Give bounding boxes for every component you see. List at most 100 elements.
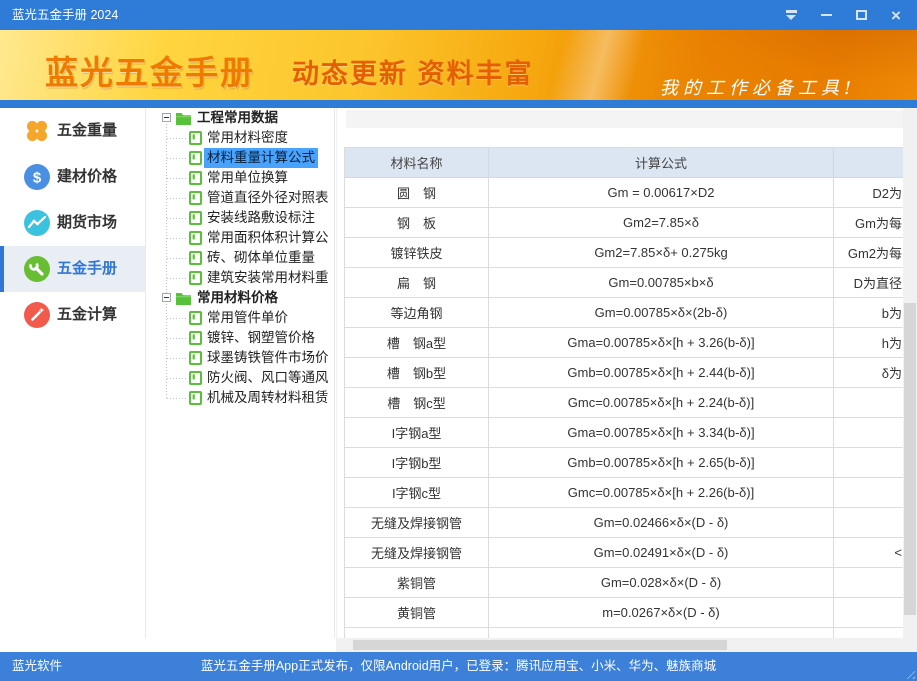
tree-node-label: 安装线路敷设标注 bbox=[207, 208, 315, 228]
sidebar-item-hardware-calc[interactable]: 五金计算 bbox=[0, 292, 145, 338]
document-icon bbox=[189, 131, 202, 145]
table-row[interactable]: 无缝及焊接钢管 Gm=0.02491×δ×(D - δ) < bbox=[345, 538, 903, 568]
table-row[interactable]: 黄铜管 m=0.0267×δ×(D - δ) bbox=[345, 598, 903, 628]
tree-node-label: 机械及周转材料租赁 bbox=[207, 388, 329, 408]
wand-icon bbox=[24, 302, 50, 328]
cell-remark bbox=[834, 508, 903, 538]
cell-formula: Gm = 0.00617×D2 bbox=[489, 178, 834, 208]
table-row[interactable]: 槽 钢c型 Gmc=0.00785×δ×[h + 2.24(b-δ)] bbox=[345, 388, 903, 418]
banner-brand-title: 蓝光五金手册 bbox=[45, 46, 255, 94]
maximize-button[interactable] bbox=[850, 4, 872, 26]
tree-node-doc[interactable]: 常用管件单价 bbox=[147, 308, 335, 328]
cell-material: 圆 钢 bbox=[345, 178, 489, 208]
tree-node-doc[interactable]: 镀锌、钢塑管价格 bbox=[147, 328, 335, 348]
sidebar-item-label: 期货市场 bbox=[57, 200, 117, 246]
cell-material: 无缝及焊接钢管 bbox=[345, 538, 489, 568]
horizontal-scrollbar[interactable] bbox=[336, 638, 917, 652]
cell-remark: D为直径 bbox=[834, 268, 903, 298]
cell-material: 槽 钢b型 bbox=[345, 358, 489, 388]
document-icon bbox=[189, 231, 202, 245]
cell-formula: Gmc=0.00785×δ×[h + 2.26(b-δ)] bbox=[489, 478, 834, 508]
tree-node-doc[interactable]: 安装线路敷设标注 bbox=[147, 208, 335, 228]
vertical-scrollbar[interactable] bbox=[903, 108, 917, 638]
document-icon bbox=[189, 211, 202, 225]
cell-material: 槽 钢a型 bbox=[345, 328, 489, 358]
cell-material: 槽 钢c型 bbox=[345, 388, 489, 418]
table-row[interactable]: 圆 钢 Gm = 0.00617×D2 D2为 bbox=[345, 178, 903, 208]
cell-formula: Gm=0.028×δ×(D - δ) bbox=[489, 568, 834, 598]
cell-material: I字钢b型 bbox=[345, 448, 489, 478]
tree-node-doc[interactable]: 常用材料密度 bbox=[147, 128, 335, 148]
document-icon bbox=[189, 331, 202, 345]
table-row[interactable]: 扁 钢 Gm=0.00785×b×δ D为直径 bbox=[345, 268, 903, 298]
tree-node-doc-selected[interactable]: 材料重量计算公式 bbox=[147, 148, 335, 168]
tree-node-folder[interactable]: 常用材料价格 bbox=[147, 288, 335, 308]
table-row[interactable]: 槽 钢a型 Gma=0.00785×δ×[h + 3.26(b-δ)] h为 bbox=[345, 328, 903, 358]
tree-node-doc[interactable]: 防火阀、风口等通风 bbox=[147, 368, 335, 388]
tree-node-doc[interactable]: 砖、砌体单位重量 bbox=[147, 248, 335, 268]
tree-node-label: 常用管件单价 bbox=[207, 308, 288, 328]
cell-remark bbox=[834, 418, 903, 448]
banner-slogan: 动态更新 资料丰富 bbox=[292, 52, 534, 91]
tree-node-folder[interactable]: 工程常用数据 bbox=[147, 108, 335, 128]
table-row[interactable]: I字钢a型 Gma=0.00785×δ×[h + 3.34(b-δ)] bbox=[345, 418, 903, 448]
sidebar-item-material-price[interactable]: $ 建材价格 bbox=[0, 154, 145, 200]
cell-remark: Gm为每 bbox=[834, 208, 903, 238]
table-row[interactable]: 槽 钢b型 Gmb=0.00785×δ×[h + 2.44(b-δ)] δ为 bbox=[345, 358, 903, 388]
sidebar-item-label: 建材价格 bbox=[57, 154, 117, 200]
content-top-strip bbox=[346, 110, 903, 128]
collapse-icon[interactable] bbox=[162, 293, 171, 302]
cell-remark: D2为 bbox=[834, 178, 903, 208]
cell-remark bbox=[834, 388, 903, 418]
tree-node-doc[interactable]: 建筑安装常用材料重 bbox=[147, 268, 335, 288]
cell-remark: δ为 bbox=[834, 358, 903, 388]
close-button[interactable]: × bbox=[885, 4, 907, 26]
document-icon bbox=[189, 371, 202, 385]
horizontal-scrollbar-thumb[interactable] bbox=[353, 640, 727, 650]
wrench-icon bbox=[24, 256, 50, 282]
minimize-button[interactable] bbox=[815, 4, 837, 26]
sidebar-item-hardware-weight[interactable]: 五金重量 bbox=[0, 108, 145, 154]
tree-node-doc[interactable]: 球墨铸铁管件市场价 bbox=[147, 348, 335, 368]
collapse-icon[interactable] bbox=[162, 113, 171, 122]
sidebar-item-hardware-manual[interactable]: 五金手册 bbox=[0, 246, 145, 292]
chart-icon bbox=[24, 210, 50, 236]
tree-node-label: 建筑安装常用材料重 bbox=[207, 268, 329, 288]
status-message: 蓝光五金手册App正式发布，仅限Android用户，已登录：腾讯应用宝、小米、华… bbox=[0, 652, 917, 681]
cell-material: 扁 钢 bbox=[345, 268, 489, 298]
cell-formula: Gma=0.00785×δ×[h + 3.34(b-δ)] bbox=[489, 418, 834, 448]
table-row[interactable]: 无缝及焊接钢管 Gm=0.02466×δ×(D - δ) bbox=[345, 508, 903, 538]
cell-material: 等边角钢 bbox=[345, 298, 489, 328]
table-row[interactable]: 钢 板 Gm2=7.85×δ Gm为每 bbox=[345, 208, 903, 238]
table-row[interactable]: 紫铜管 Gm=0.028×δ×(D - δ) bbox=[345, 568, 903, 598]
table-row[interactable]: I字钢c型 Gmc=0.00785×δ×[h + 2.26(b-δ)] bbox=[345, 478, 903, 508]
tree-node-doc[interactable]: 常用单位换算 bbox=[147, 168, 335, 188]
cell-remark: < bbox=[834, 538, 903, 568]
tree-node-doc[interactable]: 机械及周转材料租赁 bbox=[147, 388, 335, 408]
minimize-icon bbox=[821, 14, 832, 17]
table-row[interactable]: I字钢b型 Gmb=0.00785×δ×[h + 2.65(b-δ)] bbox=[345, 448, 903, 478]
cell-formula: m=0.0267×δ×(D - δ) bbox=[489, 598, 834, 628]
folder-icon bbox=[175, 291, 192, 305]
cell-formula: Gm=0.00785×b×δ bbox=[489, 268, 834, 298]
table-row[interactable]: 等边角钢 Gm=0.00785×δ×(2b-δ) b为 bbox=[345, 298, 903, 328]
document-icon bbox=[189, 151, 202, 165]
tree-node-label: 球墨铸铁管件市场价 bbox=[207, 348, 329, 368]
vertical-scrollbar-thumb[interactable] bbox=[904, 303, 916, 615]
tree-node-label: 管道直径外径对照表 bbox=[207, 188, 329, 208]
document-icon bbox=[189, 351, 202, 365]
sidebar-item-futures-market[interactable]: 期货市场 bbox=[0, 200, 145, 246]
maximize-icon bbox=[856, 10, 867, 20]
window-title: 蓝光五金手册 2024 bbox=[12, 0, 118, 30]
tree-node-label: 常用单位换算 bbox=[207, 168, 288, 188]
cell-material: 镀锌铁皮 bbox=[345, 238, 489, 268]
cell-formula: Gmc=0.00785×δ×[h + 2.24(b-δ)] bbox=[489, 388, 834, 418]
tree-node-doc[interactable]: 常用面积体积计算公 bbox=[147, 228, 335, 248]
tree-node-doc[interactable]: 管道直径外径对照表 bbox=[147, 188, 335, 208]
table-row[interactable]: 镀锌铁皮 Gm2=7.85×δ+ 0.275kg Gm2为每 bbox=[345, 238, 903, 268]
tree-node-label: 常用材料密度 bbox=[207, 128, 288, 148]
banner-tagline: 我的工作必备工具! bbox=[660, 74, 856, 100]
skin-menu-button[interactable] bbox=[780, 4, 802, 26]
sidebar-item-label: 五金计算 bbox=[57, 292, 117, 338]
document-icon bbox=[189, 171, 202, 185]
